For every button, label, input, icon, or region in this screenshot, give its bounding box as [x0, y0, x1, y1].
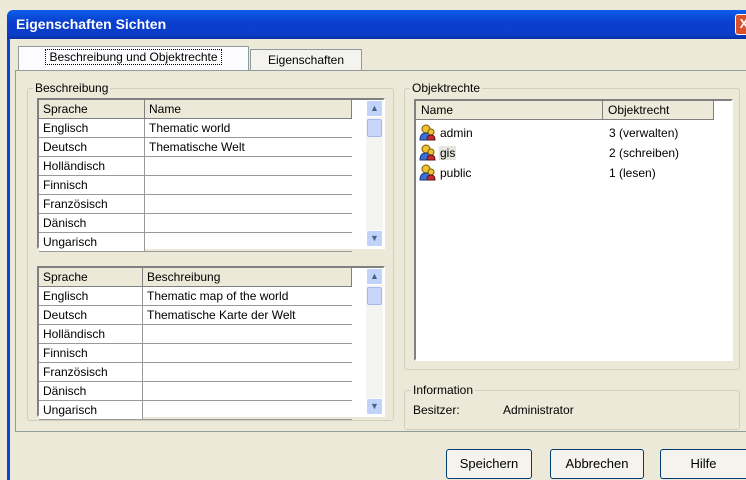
user-group-icon: [419, 144, 436, 161]
grid-row-label: Deutsch: [39, 138, 145, 157]
grid-row-label: Finnisch: [39, 344, 143, 363]
grid-row-label: Französisch: [39, 195, 145, 214]
tab-label: Beschreibung und Objektrechte: [45, 49, 222, 65]
owner-value: Administrator: [503, 403, 574, 417]
user-group-icon: [419, 164, 436, 181]
grid-row-label: Englisch: [39, 287, 143, 306]
grid-row-label: Dänisch: [39, 382, 143, 401]
grid-cell[interactable]: Thematic world: [145, 119, 352, 138]
grid-row-label: Dänisch: [39, 214, 145, 233]
grid-cell[interactable]: [145, 233, 352, 252]
grid-cell[interactable]: [145, 157, 352, 176]
grid-row-label: Finnisch: [39, 176, 145, 195]
column-header-beschreibung[interactable]: Beschreibung: [143, 268, 352, 287]
save-button[interactable]: Speichern: [446, 449, 532, 479]
grid-cell[interactable]: [143, 401, 352, 420]
column-header-sprache[interactable]: Sprache: [39, 268, 143, 287]
list-item-admin[interactable]: admin 3 (verwalten): [416, 123, 731, 143]
column-header-objektrecht[interactable]: Objektrecht: [603, 101, 714, 120]
scroll-up-icon[interactable]: ▲: [366, 100, 383, 117]
grid-cell[interactable]: Thematische Karte der Welt: [143, 306, 352, 325]
tab-eigenschaften[interactable]: Eigenschaften: [250, 49, 362, 71]
title-bar[interactable]: Eigenschaften Sichten: [7, 10, 746, 39]
grid-cell[interactable]: [145, 214, 352, 233]
information-group-label: Information: [411, 383, 476, 397]
user-group-icon: [419, 124, 436, 141]
owner-label: Besitzer:: [413, 403, 460, 417]
grid-row-label: Holländisch: [39, 325, 143, 344]
cancel-button[interactable]: Abbrechen: [550, 449, 644, 479]
window-frame: [7, 39, 10, 480]
list-item-right: 3 (verwalten): [609, 126, 679, 140]
grid-row-label: Ungarisch: [39, 233, 145, 252]
grid-cell[interactable]: [143, 325, 352, 344]
grid-cell[interactable]: [143, 363, 352, 382]
list-item-name: public: [440, 166, 472, 180]
grid-row-label: Ungarisch: [39, 401, 143, 420]
grid-cell[interactable]: [143, 382, 352, 401]
close-button[interactable]: X: [735, 14, 746, 35]
objektrechte-list[interactable]: Name Objektrecht admin 3 (verwalten) gis…: [414, 99, 733, 361]
scroll-up-icon[interactable]: ▲: [366, 268, 383, 285]
grid-cell[interactable]: [143, 344, 352, 363]
objektrechte-group-label: Objektrechte: [410, 81, 483, 95]
column-header-name[interactable]: Name: [416, 101, 603, 120]
grid-row-label: Französisch: [39, 363, 143, 382]
description-grid-scrollbar[interactable]: ▲ ▼: [366, 268, 383, 415]
scroll-thumb[interactable]: [367, 119, 382, 137]
grid-cell[interactable]: [145, 195, 352, 214]
list-item-name: gis: [439, 146, 457, 160]
list-item-gis[interactable]: gis 2 (schreiben): [416, 143, 731, 163]
name-grid-scrollbar[interactable]: ▲ ▼: [366, 100, 383, 247]
grid-row-label: Deutsch: [39, 306, 143, 325]
window-title: Eigenschaften Sichten: [16, 16, 167, 32]
tab-beschreibung-und-objektrechte[interactable]: Beschreibung und Objektrechte: [18, 46, 249, 71]
scroll-down-icon[interactable]: ▼: [366, 230, 383, 247]
help-button[interactable]: Hilfe: [660, 449, 746, 479]
list-item-right: 2 (schreiben): [609, 146, 680, 160]
list-item-right: 1 (lesen): [609, 166, 656, 180]
name-grid[interactable]: Sprache Name Englisch Thematic world Deut…: [37, 98, 385, 252]
grid-cell[interactable]: [145, 176, 352, 195]
scroll-down-icon[interactable]: ▼: [366, 398, 383, 415]
grid-cell[interactable]: Thematische Welt: [145, 138, 352, 157]
grid-row-label: Englisch: [39, 119, 145, 138]
beschreibung-group-label: Beschreibung: [33, 81, 111, 95]
grid-row-label: Holländisch: [39, 157, 145, 176]
list-item-name: admin: [440, 126, 473, 140]
grid-cell[interactable]: Thematic map of the world: [143, 287, 352, 306]
description-grid[interactable]: Sprache Beschreibung Englisch Thematic ma…: [37, 266, 385, 420]
list-item-public[interactable]: public 1 (lesen): [416, 163, 731, 183]
scroll-thumb[interactable]: [367, 287, 382, 305]
column-header-sprache[interactable]: Sprache: [39, 100, 145, 119]
column-header-name[interactable]: Name: [145, 100, 352, 119]
